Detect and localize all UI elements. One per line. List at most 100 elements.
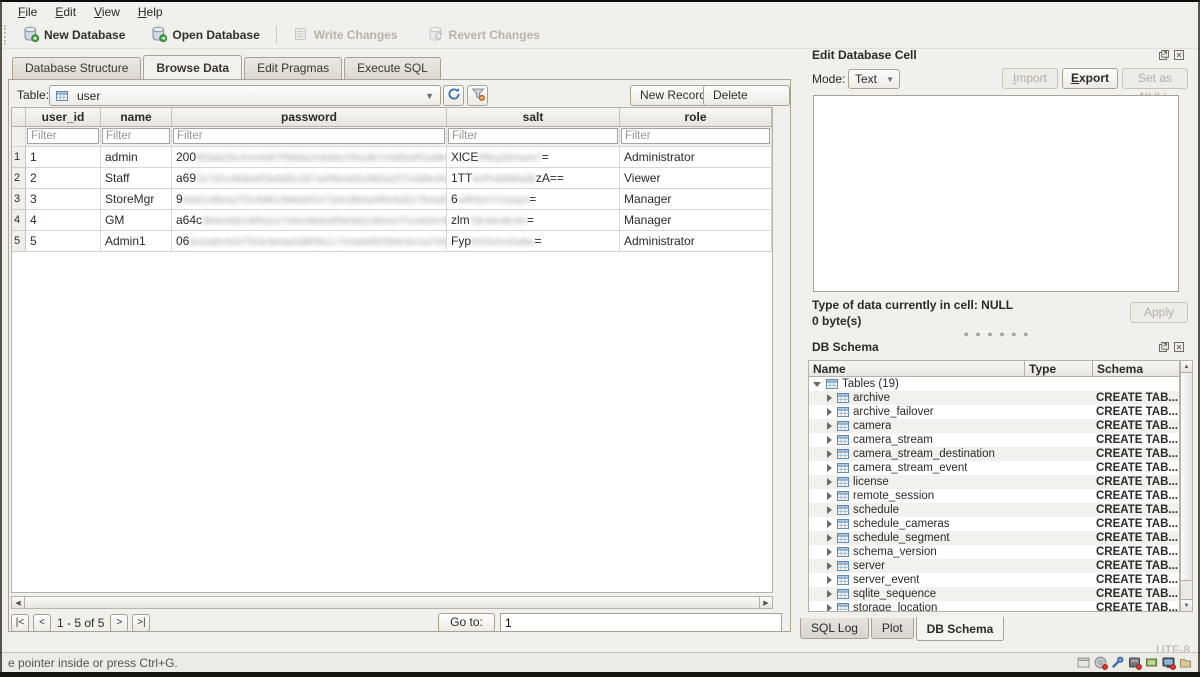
row-number-cell[interactable]: 4 <box>12 210 26 231</box>
display-icon[interactable] <box>1161 655 1175 669</box>
tree-item-schedule[interactable]: scheduleCREATE TAB... <box>809 503 1179 517</box>
expand-icon[interactable] <box>827 408 832 416</box>
schema-column-name[interactable]: Name <box>808 360 1025 377</box>
cell-role[interactable]: Manager <box>620 210 772 231</box>
column-header-user-id[interactable]: user_id <box>26 108 101 127</box>
tree-item-camera[interactable]: cameraCREATE TAB... <box>809 419 1179 433</box>
cell-name[interactable]: Staff <box>101 168 172 189</box>
menu-item-edit[interactable]: Edit <box>47 4 84 20</box>
tab-execute-sql[interactable]: Execute SQL <box>344 57 441 79</box>
network-wrench-icon[interactable] <box>1110 655 1124 669</box>
row-number-cell[interactable]: 1 <box>12 147 26 168</box>
row-number-cell[interactable]: 3 <box>12 189 26 210</box>
menu-item-file[interactable]: File <box>10 4 45 20</box>
hard-disk-icon[interactable] <box>1127 655 1141 669</box>
schema-column-type[interactable]: Type <box>1025 360 1093 377</box>
schema-column-schema[interactable]: Schema <box>1093 360 1180 377</box>
expand-icon[interactable] <box>827 422 832 430</box>
horizontal-scrollbar[interactable]: ◀ ▶ <box>11 596 773 609</box>
first-page-button[interactable]: |< <box>11 614 29 632</box>
prev-page-button[interactable]: < <box>33 614 51 632</box>
tree-item-remote_session[interactable]: remote_sessionCREATE TAB... <box>809 489 1179 503</box>
cell-salt[interactable]: 6wRt5mYx2pQ4= <box>447 189 620 210</box>
goto-record-input[interactable] <box>500 613 782 632</box>
bottom-tab-db-schema[interactable]: DB Schema <box>916 617 1005 641</box>
tree-item-archive_failover[interactable]: archive_failoverCREATE TAB... <box>809 405 1179 419</box>
cell-user-id[interactable]: 5 <box>26 231 101 252</box>
shared-folder-icon[interactable] <box>1178 655 1192 669</box>
tree-item-camera_stream_destination[interactable]: camera_stream_destinationCREATE TAB... <box>809 447 1179 461</box>
cell-password[interactable]: a692e7d1c4b9a6f3e8d5c2b7a4f9e6d3c8b5a2f7… <box>172 168 447 189</box>
cell-role[interactable]: Administrator <box>620 231 772 252</box>
network-adapter-icon[interactable] <box>1144 655 1158 669</box>
expand-icon[interactable] <box>827 576 832 584</box>
cd-drive-icon[interactable] <box>1093 655 1107 669</box>
float-dock-icon[interactable] <box>1158 49 1169 60</box>
filter-input-salt[interactable] <box>448 128 618 144</box>
clear-filters-button[interactable] <box>467 85 488 106</box>
filter-input-password[interactable] <box>173 128 445 144</box>
export-button[interactable]: Export <box>1062 68 1118 89</box>
bottom-tab-plot[interactable]: Plot <box>871 618 914 639</box>
float-dock-icon[interactable] <box>1158 341 1169 352</box>
filter-input-role[interactable] <box>621 128 770 144</box>
filter-input-name[interactable] <box>102 128 170 144</box>
table-selector-combo[interactable]: user ▼ <box>49 85 441 106</box>
cell-password[interactable]: 95dd1c8b4a7f2e9d6c3b8a5f2e7d4c9b6a3f8e5d… <box>172 189 447 210</box>
filter-input-user-id[interactable] <box>27 128 99 144</box>
cell-name[interactable]: StoreMgr <box>101 189 172 210</box>
cell-name[interactable]: GM <box>101 210 172 231</box>
cell-user-id[interactable]: 4 <box>26 210 101 231</box>
menu-item-help[interactable]: Help <box>130 4 171 20</box>
cell-password[interactable]: 2008f3ab29c41e6d07f5b8a2c9d4e1f6a3b7c0d5… <box>172 147 447 168</box>
tree-item-storage_location[interactable]: storage_locationCREATE TAB... <box>809 601 1179 612</box>
expand-icon[interactable] <box>827 394 832 402</box>
grid-corner-header[interactable] <box>12 108 26 127</box>
dock-splitter-handle[interactable]: ● ● ● ● ● ● <box>796 329 1198 339</box>
tree-item-schedule_cameras[interactable]: schedule_camerasCREATE TAB... <box>809 517 1179 531</box>
cell-name[interactable]: admin <box>101 147 172 168</box>
expand-icon[interactable] <box>827 604 832 612</box>
expand-icon[interactable] <box>827 436 832 444</box>
tab-browse-data[interactable]: Browse Data <box>143 55 242 79</box>
column-header-role[interactable]: role <box>620 108 772 127</box>
tree-item-camera_stream_event[interactable]: camera_stream_eventCREATE TAB... <box>809 461 1179 475</box>
tree-root-tables[interactable]: Tables (19) <box>809 377 1179 391</box>
toolbar-drag-handle[interactable] <box>4 25 11 45</box>
schema-tree-scrollbar[interactable]: ▲ ▼ <box>1180 360 1193 612</box>
cell-name[interactable]: Admin1 <box>101 231 172 252</box>
tree-item-schedule_segment[interactable]: schedule_segmentCREATE TAB... <box>809 531 1179 545</box>
scroll-left-arrow-icon[interactable]: ◀ <box>12 597 25 608</box>
column-header-salt[interactable]: salt <box>447 108 620 127</box>
cell-salt[interactable]: 1TT4xPn8dWq3kzA== <box>447 168 620 189</box>
expand-icon[interactable] <box>827 534 832 542</box>
expand-icon[interactable] <box>827 562 832 570</box>
scroll-up-arrow-icon[interactable]: ▲ <box>1181 361 1192 373</box>
menu-item-view[interactable]: View <box>86 4 128 20</box>
tree-item-server_event[interactable]: server_eventCREATE TAB... <box>809 573 1179 587</box>
close-dock-icon[interactable] <box>1173 49 1184 60</box>
expand-icon[interactable] <box>827 478 832 486</box>
column-header-password[interactable]: password <box>172 108 447 127</box>
expand-icon[interactable] <box>827 450 832 458</box>
delete-record-button[interactable]: Delete Record <box>703 85 790 106</box>
cell-password[interactable]: a64c3b9e6d2c8f5a1e7d4c0b6a3f9e5d2c8b4a7f… <box>172 210 447 231</box>
mode-combo[interactable]: Text ▼ <box>848 69 900 89</box>
cell-user-id[interactable]: 3 <box>26 189 101 210</box>
tree-item-license[interactable]: licenseCREATE TAB... <box>809 475 1179 489</box>
cell-editor-textarea[interactable] <box>813 95 1179 292</box>
tree-item-server[interactable]: serverCREATE TAB... <box>809 559 1179 573</box>
tree-item-camera_stream[interactable]: camera_streamCREATE TAB... <box>809 433 1179 447</box>
close-dock-icon[interactable] <box>1173 341 1184 352</box>
cell-role[interactable]: Viewer <box>620 168 772 189</box>
expand-icon[interactable] <box>827 590 832 598</box>
expand-icon[interactable] <box>827 506 832 514</box>
expand-icon[interactable] <box>827 492 832 500</box>
row-number-cell[interactable]: 2 <box>12 168 26 189</box>
open-database-button[interactable]: Open Database <box>143 24 267 47</box>
next-page-button[interactable]: > <box>110 614 128 632</box>
tab-database-structure[interactable]: Database Structure <box>12 57 141 79</box>
tree-item-schema_version[interactable]: schema_versionCREATE TAB... <box>809 545 1179 559</box>
window-icon[interactable] <box>1076 655 1090 669</box>
scroll-right-arrow-icon[interactable]: ▶ <box>759 597 772 608</box>
